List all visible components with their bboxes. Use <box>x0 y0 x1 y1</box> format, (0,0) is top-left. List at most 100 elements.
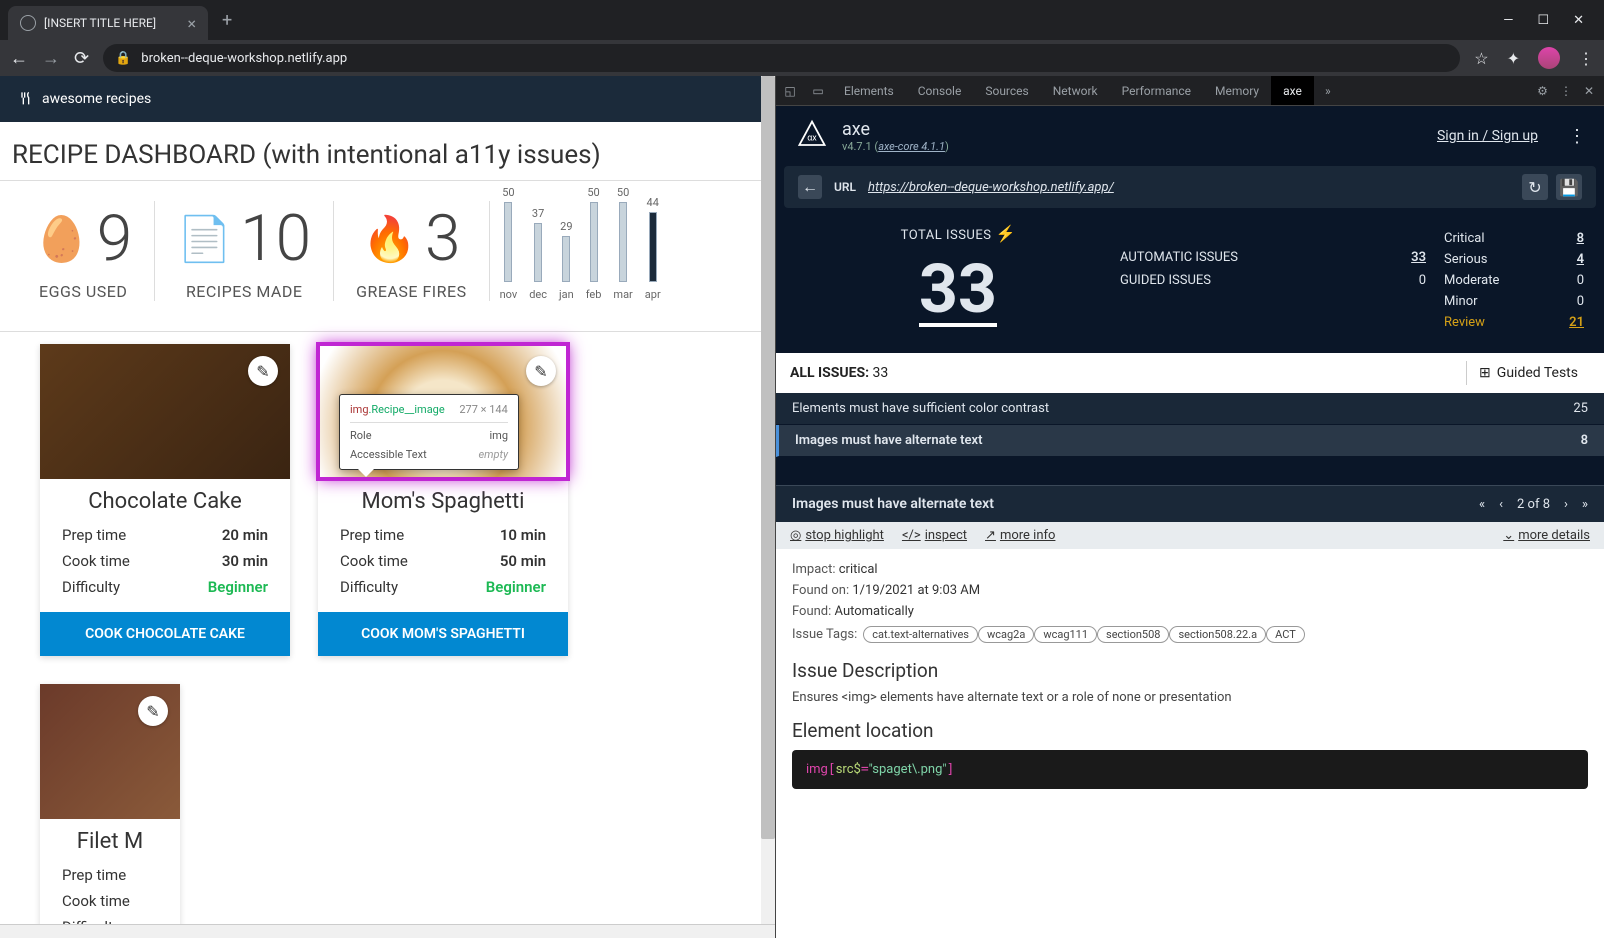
more-tabs-icon[interactable]: » <box>1314 84 1342 98</box>
forward-button[interactable]: → <box>42 48 60 69</box>
axe-back-button[interactable]: ← <box>798 175 822 199</box>
pencil-icon: ✎ <box>256 362 269 381</box>
issue-description-heading: Issue Description <box>792 659 1588 682</box>
issue-list: Elements must have sufficient color cont… <box>776 393 1604 457</box>
scrollbar-horizontal[interactable] <box>0 924 775 938</box>
egg-icon: 🥚 <box>34 213 89 265</box>
browser-tab[interactable]: [INSERT TITLE HERE] × <box>8 6 208 40</box>
automatic-issues-link[interactable]: 33 <box>1411 250 1426 265</box>
close-devtools-icon[interactable]: ✕ <box>1584 84 1594 98</box>
bolt-icon: ⚡ <box>995 224 1015 243</box>
bar-jan: 29jan <box>559 220 574 301</box>
site-logo[interactable]: awesome recipes <box>18 91 151 107</box>
devtools-tab-network[interactable]: Network <box>1041 76 1110 105</box>
devtools-tabbar: ◱ ▭ ElementsConsoleSourcesNetworkPerform… <box>776 76 1604 106</box>
severity-serious[interactable]: Serious4 <box>1444 249 1584 270</box>
url-text: broken--deque-workshop.netlify.app <box>141 51 347 66</box>
recipe-icon: 📄 <box>177 213 232 265</box>
guided-tests-button[interactable]: ⊞ Guided Tests <box>1466 361 1590 385</box>
bar-nov: 50nov <box>500 186 518 301</box>
severity-moderate: Moderate0 <box>1444 270 1584 291</box>
devtools-tab-console[interactable]: Console <box>906 76 974 105</box>
close-window-button[interactable]: ✕ <box>1573 13 1584 28</box>
axe-summary: TOTAL ISSUES⚡ 33 AUTOMATIC ISSUES33 GUID… <box>776 208 1604 353</box>
stat-recipes: 📄 10 RECIPES MADE <box>155 201 334 301</box>
edit-button[interactable]: ✎ <box>248 356 278 386</box>
issue-tag: section508.22.a <box>1169 626 1266 643</box>
address-bar[interactable]: 🔒 broken--deque-workshop.netlify.app <box>103 44 1460 72</box>
recipe-title: Chocolate Cake <box>40 479 290 522</box>
fire-icon: 🔥 <box>362 213 417 265</box>
recipe-title: Filet M <box>40 819 180 862</box>
next-icon[interactable]: › <box>1564 497 1568 512</box>
issue-row[interactable]: Images must have alternate text8 <box>776 425 1604 457</box>
severity-minor: Minor0 <box>1444 291 1584 312</box>
devtools-tab-sources[interactable]: Sources <box>973 76 1040 105</box>
browser-toolbar: ← → ⟳ 🔒 broken--deque-workshop.netlify.a… <box>0 40 1604 76</box>
issue-tag: cat.text-alternatives <box>863 626 978 643</box>
severity-review[interactable]: Review21 <box>1444 312 1584 333</box>
axe-core-link[interactable]: axe-core 4.1.1 <box>878 140 945 153</box>
menu-icon[interactable]: ⋮ <box>1578 49 1594 68</box>
bookmark-icon[interactable]: ☆ <box>1474 49 1488 68</box>
settings-icon[interactable]: ⚙ <box>1537 84 1548 98</box>
pencil-icon: ✎ <box>534 362 547 381</box>
rerun-icon[interactable]: ↻ <box>1522 174 1548 200</box>
back-button[interactable]: ← <box>10 48 28 69</box>
site-header: awesome recipes <box>0 76 775 122</box>
reload-button[interactable]: ⟳ <box>74 48 89 69</box>
close-icon[interactable]: × <box>187 14 196 33</box>
axe-menu-icon[interactable]: ⋮ <box>1568 126 1586 147</box>
code-icon: </> <box>902 528 921 543</box>
signin-link[interactable]: Sign in / Sign up <box>1437 128 1538 144</box>
pencil-icon: ✎ <box>146 702 159 721</box>
edit-button[interactable]: ✎ <box>526 356 556 386</box>
more-info-link[interactable]: ↗more info <box>985 528 1055 543</box>
axe-panel: αx axe v4.7.1 (axe-core 4.1.1) Sign in /… <box>776 106 1604 938</box>
recipe-card: ✎Chocolate CakePrep time20 minCook time3… <box>40 344 290 656</box>
issue-detail-header: Images must have alternate text « ‹ 2 of… <box>776 485 1604 522</box>
profile-avatar[interactable] <box>1538 47 1560 69</box>
first-icon[interactable]: « <box>1479 497 1485 512</box>
issue-pager: « ‹ 2 of 8 › » <box>1479 497 1588 512</box>
element-location-code: img[src$="spaget\.png"] <box>792 750 1588 789</box>
prev-icon[interactable]: ‹ <box>1499 497 1503 512</box>
chevron-down-icon: ⌄ <box>1503 528 1514 543</box>
cook-button[interactable]: COOK CHOCOLATE CAKE <box>40 612 290 656</box>
issue-row[interactable]: Elements must have sufficient color cont… <box>776 393 1604 425</box>
scrollbar-vertical[interactable] <box>761 76 775 924</box>
axe-url[interactable]: https://broken--deque-workshop.netlify.a… <box>868 180 1114 195</box>
kebab-icon[interactable]: ⋮ <box>1560 84 1572 98</box>
save-icon[interactable]: 💾 <box>1556 174 1582 200</box>
bar-apr: 44apr <box>645 196 661 301</box>
recipe-image: ✎ <box>40 344 290 479</box>
window-controls: — ☐ ✕ <box>1503 13 1604 28</box>
extensions-icon[interactable]: ✦ <box>1507 49 1520 68</box>
bar-feb: 50feb <box>586 186 602 301</box>
cook-button[interactable]: COOK MOM'S SPAGHETTI <box>318 612 568 656</box>
devtools-tab-memory[interactable]: Memory <box>1203 76 1271 105</box>
inspect-link[interactable]: </>inspect <box>902 528 967 543</box>
bar-chart: 50nov37dec29jan50feb50mar44apr <box>490 201 763 301</box>
maximize-button[interactable]: ☐ <box>1537 13 1549 28</box>
stop-highlight-link[interactable]: ◎stop highlight <box>790 528 884 543</box>
inspector-tooltip: img.Recipe__image 277 × 144 Roleimg Acce… <box>339 394 519 470</box>
more-details-toggle[interactable]: ⌄ more details <box>1503 528 1590 543</box>
devtools-tab-elements[interactable]: Elements <box>832 76 906 105</box>
element-location-heading: Element location <box>792 719 1588 742</box>
issue-tag: wcag111 <box>1034 626 1097 643</box>
edit-button[interactable]: ✎ <box>138 696 168 726</box>
total-issues-count[interactable]: 33 <box>919 255 997 327</box>
new-tab-button[interactable]: + <box>222 10 232 31</box>
devtools-tab-axe[interactable]: axe <box>1271 76 1314 105</box>
stat-eggs: 🥚 9 EGGS USED <box>12 201 155 301</box>
grid-icon: ⊞ <box>1479 365 1491 381</box>
devtools-tab-performance[interactable]: Performance <box>1110 76 1203 105</box>
inspect-element-icon[interactable]: ◱ <box>776 84 804 98</box>
issue-tag: wcag2a <box>978 626 1034 643</box>
device-toolbar-icon[interactable]: ▭ <box>804 84 832 98</box>
severity-critical[interactable]: Critical8 <box>1444 228 1584 249</box>
minimize-button[interactable]: — <box>1503 13 1513 28</box>
last-icon[interactable]: » <box>1582 497 1588 512</box>
recipe-card: ✎Mom's SpaghettiPrep time10 minCook time… <box>318 344 568 656</box>
